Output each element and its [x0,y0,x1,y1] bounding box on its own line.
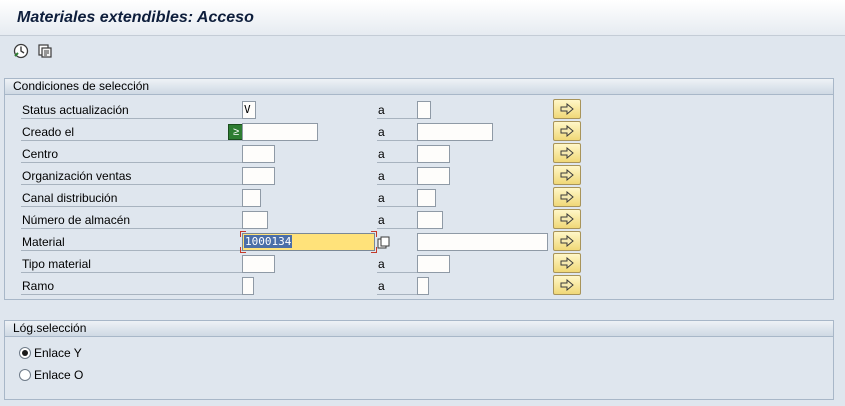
created-from-field[interactable] [242,123,318,141]
radio-button[interactable] [19,347,31,359]
group-title: Condiciones de selección [5,79,833,95]
page-title: Materiales extendibles: Acceso [17,9,254,26]
warehouse-to-field[interactable] [417,211,443,229]
distribution-channel-from-field[interactable] [242,189,261,207]
to-label: a [377,145,419,163]
row-label-industry: Ramo [21,277,243,295]
to-label: a [377,101,419,119]
group-title: Lóg.selección [5,321,833,337]
radio-selected-dot [22,350,28,356]
material-type-to-field[interactable] [417,255,450,273]
material-type-from-field[interactable] [242,255,275,273]
multiple-selection-button[interactable] [553,121,581,141]
to-label: a [377,277,419,295]
sales-org-from-field[interactable] [242,167,275,185]
arrow-right-icon [560,213,574,225]
arrow-right-icon [560,257,574,269]
variant-icon[interactable] [36,42,54,60]
execute-icon[interactable] [12,42,30,60]
arrow-right-icon [560,169,574,181]
radio-or-link[interactable]: Enlace O [19,366,83,384]
row-label-material: Material [21,233,243,251]
search-help-icon[interactable] [375,234,391,250]
material-to-field[interactable] [417,233,548,251]
to-label: a [377,123,419,141]
plant-from-field[interactable] [242,145,275,163]
material-value: 1000134 [244,235,293,248]
multiple-selection-button[interactable] [553,143,581,163]
arrow-right-icon [560,279,574,291]
warehouse-from-field[interactable] [242,211,268,229]
multiple-selection-button[interactable] [553,209,581,229]
title-bar: Materiales extendibles: Acceso [0,0,845,36]
arrow-right-icon [560,125,574,137]
radio-label: Enlace O [34,368,84,382]
row-label-plant: Centro [21,145,243,163]
status-to-field[interactable] [417,101,431,119]
radio-label: Enlace Y [34,346,82,360]
status-from-field[interactable]: V [242,101,256,119]
row-label-material-type: Tipo material [21,255,243,273]
focus-corner [240,247,246,253]
arrow-right-icon [560,235,574,247]
row-label-created: Creado el [21,123,243,141]
radio-button[interactable] [19,369,31,381]
arrow-right-icon [560,191,574,203]
industry-from-field[interactable] [242,277,254,295]
to-label: a [377,189,419,207]
multiple-selection-button[interactable] [553,275,581,295]
to-label: a [377,255,419,273]
multiple-selection-button[interactable] [553,187,581,207]
multiple-selection-button[interactable] [553,231,581,251]
distribution-channel-to-field[interactable] [417,189,436,207]
row-label-warehouse: Número de almacén [21,211,243,229]
multiple-selection-button[interactable] [553,253,581,273]
sales-org-to-field[interactable] [417,167,450,185]
arrow-right-icon [560,103,574,115]
material-from-field[interactable]: 1000134 [242,233,375,251]
row-label-sales-org: Organización ventas [21,167,243,185]
industry-to-field[interactable] [417,277,429,295]
multiple-selection-button[interactable] [553,165,581,185]
row-label-status: Status actualización [21,101,243,119]
to-label: a [377,167,419,185]
plant-to-field[interactable] [417,145,450,163]
application-toolbar [0,37,845,67]
created-to-field[interactable] [417,123,493,141]
radio-and-link[interactable]: Enlace Y [19,344,82,362]
row-label-distribution-channel: Canal distribución [21,189,243,207]
to-label: a [377,211,419,229]
selection-logic-group: Lóg.selección Enlace Y Enlace O [4,320,834,400]
focus-corner [240,231,246,237]
selection-conditions-group: Condiciones de selección Status actualiz… [4,78,834,300]
arrow-right-icon [560,147,574,159]
multiple-selection-button[interactable] [553,99,581,119]
